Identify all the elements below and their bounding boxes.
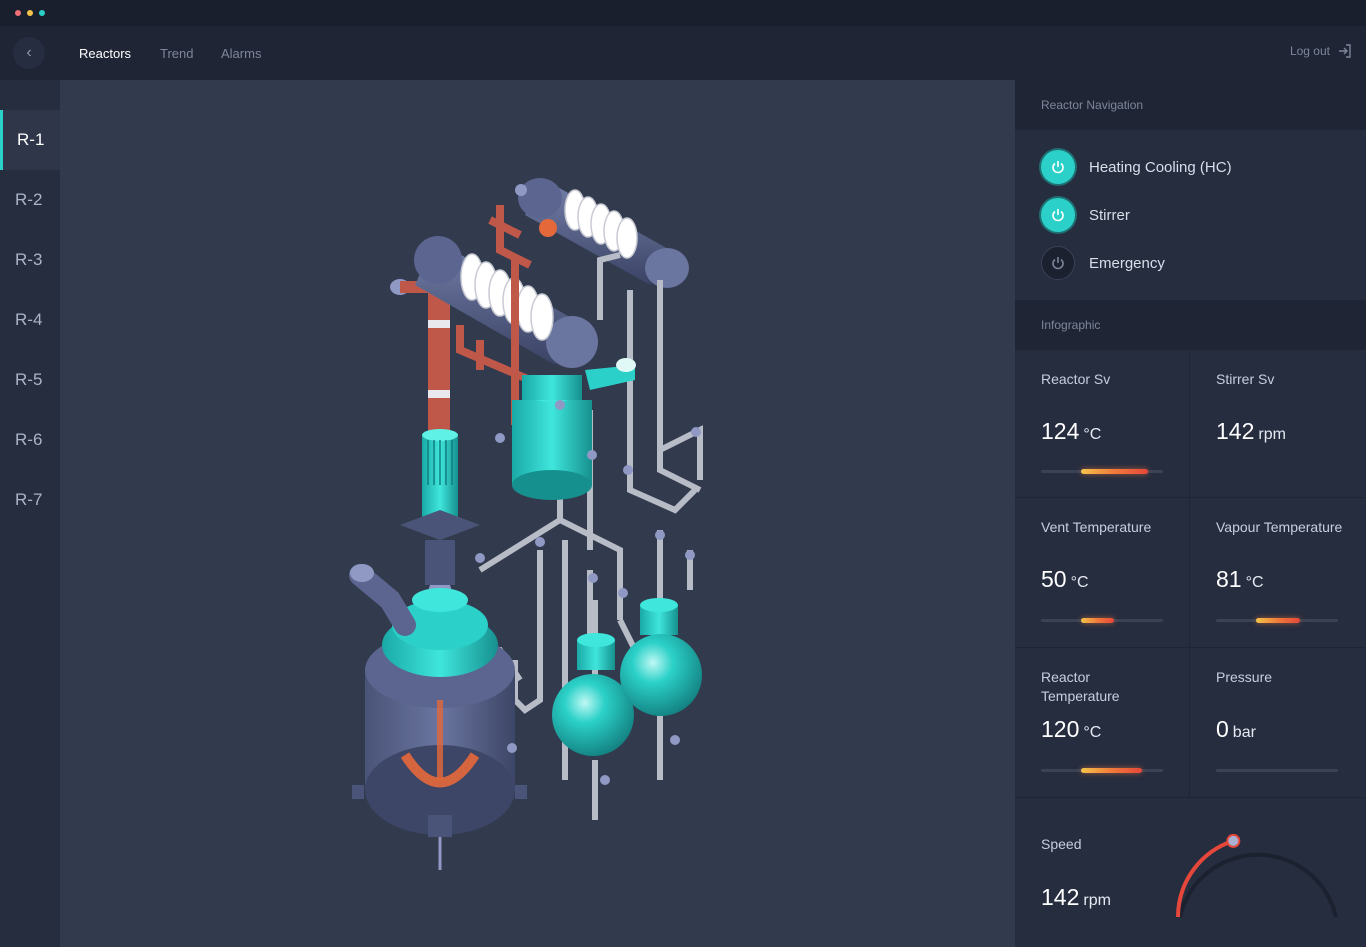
tab-alarms[interactable]: Alarms (221, 46, 261, 61)
infographic-header: Infographic (1015, 300, 1366, 350)
main-reactor-tank (352, 588, 527, 870)
chevron-left-icon: ‹ (26, 44, 32, 61)
metric-value: 50 °C (1041, 566, 1089, 592)
metric-value: 0 bar (1216, 716, 1256, 742)
metric-label: Reactor Sv (1041, 371, 1111, 387)
toggle-label: Emergency (1089, 254, 1165, 272)
toggle-label: Stirrer (1089, 206, 1130, 224)
reactor-navigation-header: Reactor Navigation (1015, 80, 1366, 130)
sidebar-item-r6[interactable]: R-6 (0, 410, 60, 470)
inlet-elbow (349, 564, 416, 636)
sidebar-item-r1[interactable]: R-1 (0, 110, 60, 170)
logout-label: Log out (1289, 44, 1330, 58)
metric-bar (1216, 618, 1338, 623)
metric-value: 142 rpm (1216, 418, 1286, 444)
metric-label: Vapour Temperature (1216, 519, 1343, 535)
metric-label: Vent Temperature (1041, 519, 1152, 535)
tab-trend[interactable]: Trend (160, 46, 193, 61)
stirrer-motor (400, 429, 480, 600)
toggle-stirrer[interactable]: Stirrer (1041, 198, 1130, 232)
minimize-window-dot[interactable] (27, 10, 33, 16)
metric-pressure: Pressure 0 bar (1190, 648, 1366, 798)
maximize-window-dot[interactable] (39, 10, 45, 16)
metric-bar (1216, 769, 1338, 772)
speed-gauge (1176, 833, 1338, 918)
power-icon[interactable] (1041, 150, 1075, 184)
right-panel: Reactor Navigation Heating Cooling (HC) … (1015, 80, 1366, 947)
metric-label: Pressure (1216, 669, 1273, 685)
metric-bar (1041, 469, 1163, 474)
metric-label: Reactor Temperature (1041, 669, 1120, 704)
sidebar-item-r7[interactable]: R-7 (0, 470, 60, 530)
metric-reactor-sv: Reactor Sv 124 °C (1015, 350, 1190, 498)
window-titlebar (0, 0, 1366, 26)
metric-stirrer-sv: Stirrer Sv 142 rpm (1190, 350, 1366, 498)
metric-bar (1041, 618, 1163, 623)
reactor-illustration (349, 178, 703, 870)
logout-icon (1339, 44, 1351, 58)
reactor-canvas (60, 80, 1015, 947)
hot-pipe-column (390, 279, 450, 440)
metric-vapour-temperature: Vapour Temperature 81 °C (1190, 498, 1366, 648)
metric-vent-temperature: Vent Temperature 50 °C (1015, 498, 1190, 648)
toggle-emergency[interactable]: Emergency (1041, 246, 1165, 280)
power-icon[interactable] (1041, 246, 1075, 280)
sidebar-item-r4[interactable]: R-4 (0, 290, 60, 350)
reactor-sidebar: R-1 R-2 R-3 R-4 R-5 R-6 R-7 (0, 80, 60, 947)
sidebar-item-r3[interactable]: R-3 (0, 230, 60, 290)
back-button[interactable]: ‹ (13, 37, 45, 69)
toggle-heating-cooling[interactable]: Heating Cooling (HC) (1041, 150, 1232, 184)
sidebar-item-r5[interactable]: R-5 (0, 350, 60, 410)
toggle-label: Heating Cooling (HC) (1089, 158, 1232, 176)
metric-value: 120 °C (1041, 716, 1102, 742)
metric-value: 124 °C (1041, 418, 1102, 444)
metric-value: 81 °C (1216, 566, 1264, 592)
tab-reactors[interactable]: Reactors (79, 46, 131, 61)
speed-label: Speed (1041, 836, 1082, 852)
sidebar-item-r2[interactable]: R-2 (0, 170, 60, 230)
top-navigation: ‹ Reactors Trend Alarms Log out (0, 26, 1366, 80)
metric-reactor-temperature: Reactor Temperature 120 °C (1015, 648, 1190, 798)
speed-value: 142 rpm (1041, 884, 1111, 910)
metric-bar (1041, 768, 1163, 773)
power-icon[interactable] (1041, 198, 1075, 232)
close-window-dot[interactable] (15, 10, 21, 16)
metric-label: Stirrer Sv (1216, 371, 1275, 387)
receiver-vessel (512, 358, 636, 500)
receiver-sphere-right (620, 598, 702, 716)
logout-button[interactable]: Log out (1290, 44, 1352, 58)
